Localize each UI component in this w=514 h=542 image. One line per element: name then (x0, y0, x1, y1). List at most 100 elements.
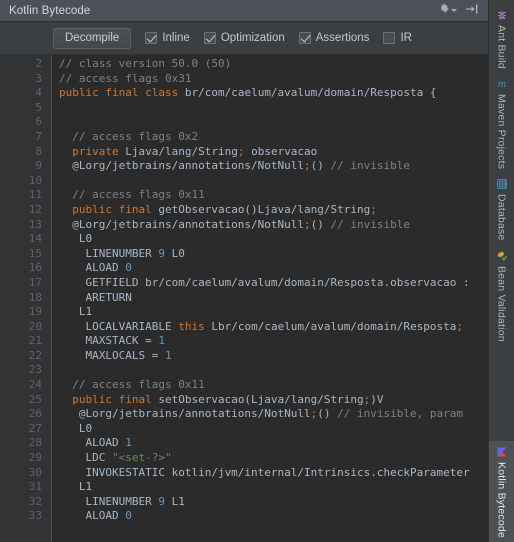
code-token: public final class (59, 86, 185, 100)
line-number: 33 (28, 509, 42, 523)
code-token: 9 (158, 494, 165, 508)
code-line: @Lorg/jetbrains/annotations/NotNull;() /… (59, 159, 488, 174)
code-token: Lbr/com/caelum/avalum/domain/Resposta (204, 319, 457, 333)
settings-gear-button[interactable] (434, 2, 460, 20)
code-line: ALOAD 0 (59, 509, 488, 524)
code-token: @Lorg/jetbrains/annotations/NotNull (59, 407, 311, 421)
code-line: private Ljava/lang/String; observacao (59, 145, 488, 160)
code-line: // class version 50.0 (50) (59, 57, 488, 72)
kotlin-bytecode-tool-window: Kotlin Bytecode Decompile Inline Optimiz… (0, 0, 514, 542)
code-token: 1 (164, 348, 172, 362)
line-number: 16 (28, 261, 42, 275)
code-token: LOCALVARIABLE (59, 319, 179, 333)
line-number: 25 (28, 392, 42, 406)
line-number: 21 (28, 334, 42, 348)
line-number: 2 (35, 57, 42, 70)
code-line: @Lorg/jetbrains/annotations/NotNull;() /… (59, 218, 488, 233)
tool-tab-maven-projects[interactable]: m Maven Projects (489, 73, 514, 173)
tool-tab-kotlin-bytecode[interactable]: Kotlin Bytecode (488, 441, 514, 542)
code-token: // invisible (330, 159, 411, 173)
hide-panel-button[interactable] (462, 2, 482, 20)
checkbox-label: Assertions (315, 32, 370, 44)
bean-icon (495, 249, 509, 263)
code-token: LINENUMBER (59, 494, 159, 508)
code-token: L1 (59, 305, 93, 319)
hide-icon (465, 2, 479, 20)
checkbox-optimization[interactable]: Optimization (203, 32, 285, 44)
code-line: public final getObservacao()Ljava/lang/S… (59, 203, 488, 218)
code-line: L1 (59, 305, 488, 320)
bytecode-code-area[interactable]: // class version 50.0 (50)// access flag… (52, 55, 488, 542)
code-line: ARETURN (59, 291, 488, 306)
code-token: ALOAD (59, 261, 126, 275)
checkbox-ir[interactable]: IR (383, 32, 412, 44)
code-line: MAXSTACK = 1 (59, 334, 488, 349)
code-token: ; (304, 159, 311, 173)
line-number: 22 (28, 348, 42, 362)
code-token: public final (72, 202, 159, 216)
line-number: 11 (28, 188, 42, 202)
code-token: LINENUMBER (59, 246, 159, 260)
line-number: 8 (35, 144, 42, 158)
code-line: LOCALVARIABLE this Lbr/com/caelum/avalum… (59, 320, 488, 335)
decompile-button[interactable]: Decompile (53, 27, 132, 49)
line-number: 4 (35, 86, 42, 100)
code-line: LDC "<set-?>" (59, 451, 488, 466)
tool-tab-ant-build[interactable]: Ant Build (489, 4, 514, 73)
code-token: // invisible (330, 217, 411, 231)
code-token: ALOAD (59, 436, 126, 450)
checkbox-label: Optimization (220, 32, 285, 44)
line-number: 24 (28, 378, 42, 392)
line-number: 27 (28, 421, 42, 435)
checkbox-checked-icon[interactable] (145, 32, 158, 44)
line-number: 28 (28, 436, 42, 450)
tool-tab-database[interactable]: Database (489, 173, 514, 245)
code-token: @Lorg/jetbrains/annotations/NotNull (59, 159, 305, 173)
titlebar-actions (434, 2, 482, 20)
line-number: 26 (28, 407, 42, 421)
code-token: LDC (59, 451, 112, 465)
code-line: // access flags 0x11 (59, 188, 488, 203)
maven-m-icon: m (495, 77, 509, 91)
line-number: 5 (35, 100, 42, 114)
code-token: MAXLOCALS = (59, 348, 165, 362)
code-token: @Lorg/jetbrains/annotations/NotNull (59, 217, 305, 231)
code-token: // invisible, param (337, 407, 464, 421)
code-line: LINENUMBER 9 L1 (59, 495, 488, 510)
checkbox-assertions[interactable]: Assertions (298, 32, 370, 44)
code-token: private (72, 144, 126, 158)
code-line: L0 (59, 422, 488, 437)
code-token: observacao (244, 144, 318, 158)
code-token: // access flags 0x11 (59, 378, 205, 392)
line-number-gutter: 2 3 4 5 6 7 8 9 10 11 12 13 14 15 16 17 18 19 20 21 22 23 24 25… (0, 55, 52, 542)
bytecode-editor[interactable]: 2 3 4 5 6 7 8 9 10 11 12 13 14 15 16 17 18 19 20 21 22 23 24 25… (0, 54, 488, 542)
code-token: L0 (59, 232, 93, 246)
database-icon (495, 177, 509, 191)
code-token: () (310, 217, 331, 231)
line-number: 6 (35, 115, 42, 129)
line-number: 15 (28, 246, 42, 260)
code-token: ALOAD (59, 509, 126, 523)
tool-tab-bean-validation[interactable]: Bean Validation (489, 245, 514, 346)
code-line: @Lorg/jetbrains/annotations/NotNull;() /… (59, 407, 488, 422)
checkbox-checked-icon[interactable] (203, 32, 216, 44)
code-line: L1 (59, 480, 488, 495)
code-line: // access flags 0x11 (59, 378, 488, 393)
code-token: br/com/caelum/avalum/domain/Resposta { (184, 86, 437, 100)
checkbox-checked-icon[interactable] (298, 32, 311, 44)
code-token: // access flags 0x31 (59, 71, 192, 85)
code-token: 1 (125, 436, 132, 450)
line-number: 7 (35, 129, 42, 143)
line-number: 3 (35, 71, 42, 85)
checkbox-inline[interactable]: Inline (145, 32, 190, 44)
line-number: 13 (28, 217, 42, 231)
code-token: ; (370, 202, 377, 216)
checkbox-unchecked-icon[interactable] (383, 32, 396, 44)
tool-tab-label: Kotlin Bytecode (495, 462, 508, 538)
option-checkbox-group: Inline Optimization Assertions IR (145, 32, 412, 44)
code-line: LINENUMBER 9 L0 (59, 247, 488, 262)
